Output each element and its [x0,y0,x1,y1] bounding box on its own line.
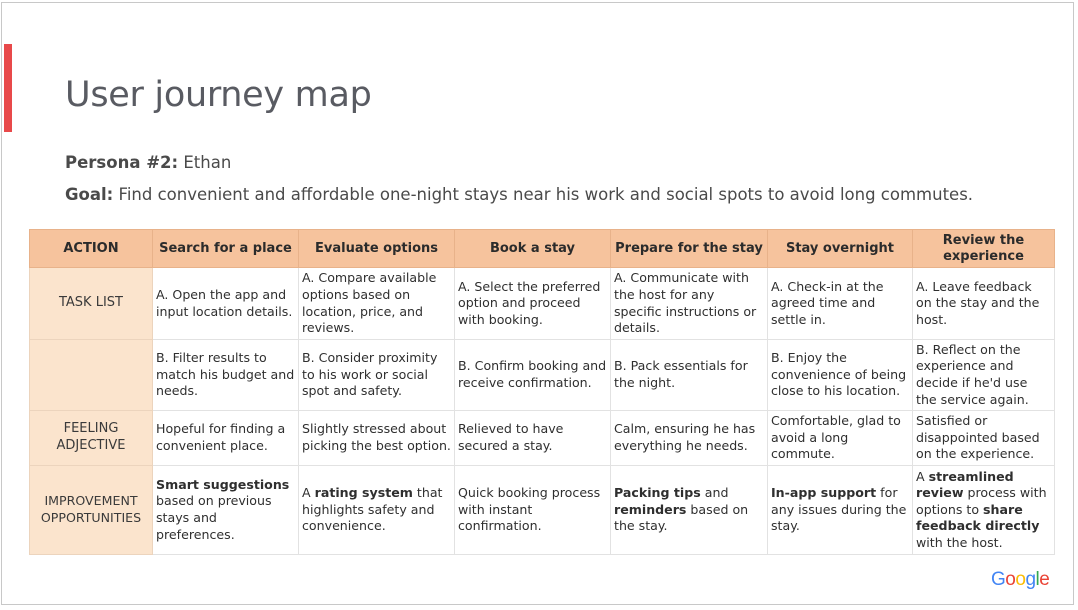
table-cell: A. Select the preferred option and proce… [454,267,611,340]
table-cell: Packing tips and reminders based on the … [610,465,768,555]
header-action: ACTION [29,229,153,268]
table-cell: B. Enjoy the convenience of being close … [767,339,913,411]
emphasis-text: In-app support [771,485,877,501]
goal-label: Goal: [65,185,114,204]
header-stage: Review the experience [912,229,1055,268]
cell-text-run: Relieved to have secured a stay. [458,421,564,453]
table-cell: Hopeful for finding a convenient place. [152,410,299,466]
slide: User journey map Persona #2: Ethan Goal:… [1,2,1074,605]
emphasis-text: Smart suggestions [156,476,290,492]
cell-text-run: A. Open the app and input location detai… [156,286,293,319]
table-cell: B. Confirm booking and receive confirmat… [454,339,611,411]
table-cell: Slightly stressed about picking the best… [298,410,455,466]
cell-text-run: and [700,485,729,501]
header-row: ACTION Search for a place Evaluate optio… [29,229,1055,268]
row-label-feeling-adjective: FEELING ADJECTIVE [29,410,153,466]
table-cell: Smart suggestions based on previous stay… [152,465,299,555]
cell-text-run: based on previous stays and preferences. [156,493,272,542]
logo-letter: o [1015,569,1026,590]
emphasis-text: Packing tips [614,485,701,501]
persona-line: Persona #2: Ethan [65,153,231,172]
journey-map-table: ACTION Search for a place Evaluate optio… [29,229,1055,555]
table-cell: Satisfied or disappointed based on the e… [912,410,1055,466]
row-label-text: FEELING ADJECTIVE [56,421,126,453]
page-title: User journey map [65,75,372,115]
table-cell: A. Compare available options based on lo… [298,267,455,340]
cell-text-run: A. Check-in at the agreed time and settl… [771,278,884,327]
header-stage: Search for a place [152,229,299,268]
cell-text-run: Hopeful for finding a convenient place. [156,421,286,453]
table-cell: Comfortable, glad to avoid a long commut… [767,410,913,466]
cell-text-run: Slightly stressed about picking the best… [302,421,451,453]
google-logo: Google [991,569,1050,591]
header-stage: Book a stay [454,229,611,268]
logo-letter: o [1005,569,1016,590]
table-cell: In-app support for any issues during the… [767,465,913,555]
cell-text-run: A. Compare available options based on lo… [302,270,437,336]
table-cell: Quick booking process with instant confi… [454,465,611,555]
goal-value: Find convenient and affordable one-night… [113,185,974,204]
cell-text-run: A. Communicate with the host for any spe… [614,270,757,336]
row-label-empty [29,339,153,411]
emphasis-text: reminders [614,501,687,517]
table-cell: B. Filter results to match his budget an… [152,339,299,411]
table-cell: A streamlined review process with option… [912,465,1055,555]
table-cell: B. Consider proximity to his work or soc… [298,339,455,411]
accent-bar [4,44,12,132]
logo-letter: g [1025,569,1036,590]
table-row-task-list-a: TASK LIST A. Open the app and input loca… [29,267,1055,340]
persona-value: Ethan [178,153,232,172]
row-label-task-list: TASK LIST [29,267,153,340]
table-cell: A rating system that highlights safety a… [298,465,455,555]
cell-text-run: Comfortable, glad to avoid a long commut… [771,413,901,462]
table-cell: A. Check-in at the agreed time and settl… [767,267,913,340]
cell-text-run: with the host. [916,534,1003,550]
header-stage: Prepare for the stay [610,229,768,268]
table-cell: Relieved to have secured a stay. [454,410,611,466]
table-cell: Calm, ensuring he has everything he need… [610,410,768,466]
table-row-improvement: IMPROVEMENT OPPORTUNITIES Smart suggesti… [29,465,1055,555]
cell-text-run: Quick booking process with instant confi… [458,485,601,534]
cell-text-run: A [302,485,315,501]
logo-letter: e [1039,569,1050,590]
cell-text-run: Calm, ensuring he has everything he need… [614,421,756,453]
cell-text-run: B. Consider proximity to his work or soc… [302,350,438,399]
table-row-feeling: FEELING ADJECTIVE Hopeful for finding a … [29,410,1055,466]
cell-text-run: Satisfied or disappointed based on the e… [916,413,1040,462]
table-row-task-list-b: B. Filter results to match his budget an… [29,339,1055,411]
row-label-text: IMPROVEMENT OPPORTUNITIES [40,492,142,525]
cell-text-run: B. Confirm booking and receive confirmat… [458,358,607,390]
cell-text-run: A. Leave feedback on the stay and the ho… [916,278,1040,327]
cell-text-run: B. Reflect on the experience and decide … [916,341,1029,407]
table-cell: A. Open the app and input location detai… [152,267,299,340]
persona-label: Persona #2: [65,153,179,172]
cell-text-run: A. Select the preferred option and proce… [458,278,601,327]
header-stage: Stay overnight [767,229,913,268]
cell-text-run: A [916,468,929,484]
header-stage: Evaluate options [298,229,455,268]
goal-line: Goal: Find convenient and affordable one… [65,185,973,204]
cell-text-run: B. Enjoy the convenience of being close … [771,350,907,399]
table-cell: A. Leave feedback on the stay and the ho… [912,267,1055,340]
row-label-improvement-opportunities: IMPROVEMENT OPPORTUNITIES [29,465,153,555]
cell-text-run: B. Filter results to match his budget an… [156,350,295,399]
logo-letter: G [991,569,1006,590]
table-cell: A. Communicate with the host for any spe… [610,267,768,340]
table-cell: B. Pack essentials for the night. [610,339,768,411]
cell-text-run: B. Pack essentials for the night. [614,358,748,390]
table-cell: B. Reflect on the experience and decide … [912,339,1055,411]
emphasis-text: rating system [314,485,413,501]
